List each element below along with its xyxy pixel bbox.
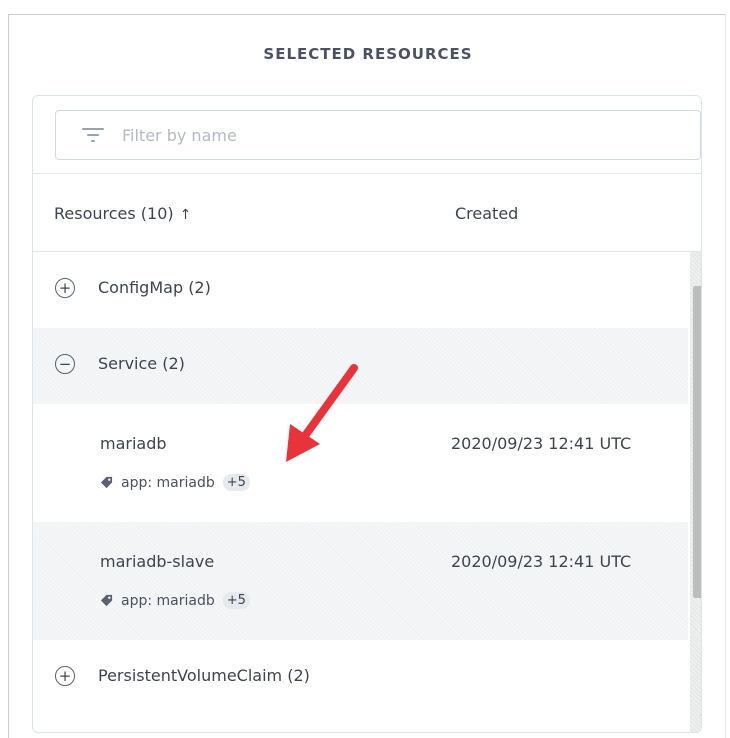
panel-title: SELECTED RESOURCES [263,45,473,63]
label-tag: app: mariadb +5 [100,474,250,491]
label-tag: app: mariadb +5 [100,592,250,609]
expand-icon[interactable]: + [55,278,75,298]
resource-name: mariadb [100,434,167,453]
resources-column-header[interactable]: Resources (10) ↑ [54,204,191,223]
scroll-up-icon[interactable]: ▲ [690,252,702,282]
resources-card: Resources (10) ↑ Created + ConfigMap (2) … [32,95,702,733]
label-text: app: mariadb [121,592,215,609]
created-timestamp: 2020/09/23 12:41 UTC [451,552,632,571]
group-label: Service (2) [98,354,185,373]
table-body: + ConfigMap (2) − Service (2) mariadb 20… [33,252,688,732]
filter-box[interactable] [55,110,701,160]
scrollbar-thumb[interactable] [693,286,701,598]
filter-area [33,96,701,174]
group-label: PersistentVolumeClaim (2) [98,666,310,685]
filter-input[interactable] [122,125,642,145]
group-row-configmap[interactable]: + ConfigMap (2) [33,252,688,328]
table-header: Resources (10) ↑ Created [33,174,701,252]
group-row-service[interactable]: − Service (2) [33,328,688,404]
sort-ascending-icon[interactable]: ↑ [180,207,192,223]
table-row[interactable]: mariadb-slave 2020/09/23 12:41 UTC app: … [33,522,688,640]
scroll-down-icon[interactable]: ▼ [690,704,702,732]
resource-name: mariadb-slave [100,552,215,571]
table-row[interactable]: mariadb 2020/09/23 12:41 UTC app: mariad… [33,404,688,522]
tag-icon [100,594,113,607]
selected-resources-panel: SELECTED RESOURCES Resources (10) ↑ Creat… [8,14,726,738]
label-text: app: mariadb [121,474,215,491]
group-row-persistentvolumeclaim[interactable]: + PersistentVolumeClaim (2) [33,640,688,716]
collapse-icon[interactable]: − [55,354,75,374]
group-label: ConfigMap (2) [98,278,211,297]
tag-icon [100,476,113,489]
expand-icon[interactable]: + [55,666,75,686]
created-timestamp: 2020/09/23 12:41 UTC [451,434,632,453]
filter-icon [82,126,104,144]
more-labels-badge[interactable]: +5 [222,474,250,491]
created-column-header: Created [455,204,519,223]
vertical-scrollbar[interactable]: ▲ ▼ [690,252,702,732]
resources-column-label: Resources (10) [54,204,174,223]
more-labels-badge[interactable]: +5 [222,592,250,609]
